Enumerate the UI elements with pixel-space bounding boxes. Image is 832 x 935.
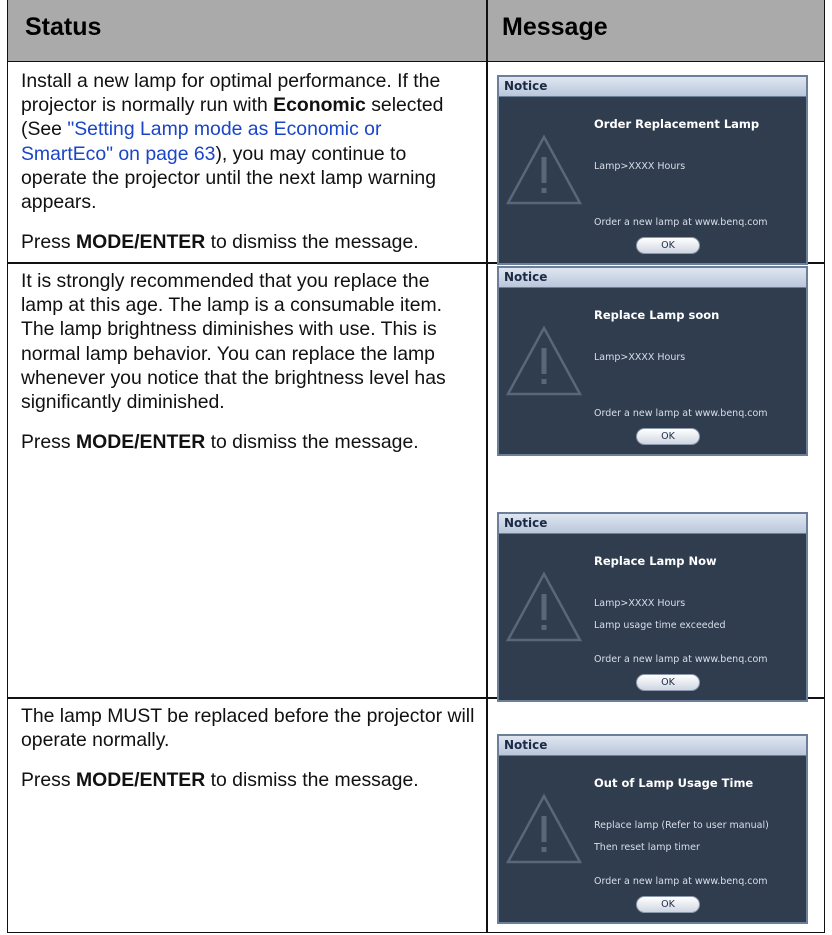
notice-label: Notice — [504, 79, 548, 93]
notice-title: Order Replacement Lamp — [594, 117, 760, 131]
status-cell-out-of-lamp: The lamp MUST be replaced before the pro… — [21, 704, 476, 793]
dismiss-instruction: Press MODE/ENTER to dismiss the message. — [21, 430, 476, 454]
dismiss-text: to dismiss the message. — [205, 431, 419, 454]
notice-title: Replace Lamp soon — [594, 308, 720, 322]
dismiss-instruction: Press MODE/ENTER to dismiss the message. — [21, 768, 476, 792]
notice-title-bar: Notice — [499, 77, 806, 97]
notice-dialog-out-of-lamp-usage-time: Notice Out of Lamp Usage Time Replace la… — [497, 734, 808, 924]
warning-triangle-icon — [505, 325, 583, 396]
ok-button[interactable]: OK — [636, 237, 700, 254]
dismiss-text: to dismiss the message. — [205, 769, 419, 792]
mode-enter-key: MODE/ENTER — [75, 231, 206, 254]
notice-line: Lamp>XXXX Hours — [594, 598, 686, 609]
ok-button[interactable]: OK — [636, 896, 700, 913]
notice-label: Notice — [504, 516, 548, 530]
press-text: Press — [21, 431, 76, 454]
notice-line: Lamp>XXXX Hours — [594, 161, 686, 172]
ok-button[interactable]: OK — [636, 674, 700, 691]
warning-triangle-icon — [505, 134, 583, 205]
mode-enter-key: MODE/ENTER — [75, 769, 206, 792]
economic-term: Economic — [273, 94, 366, 117]
status-cell-order-lamp: Install a new lamp for optimal performan… — [21, 69, 476, 254]
notice-order-text: Order a new lamp at www.benq.com — [594, 876, 768, 887]
notice-title-bar: Notice — [499, 268, 806, 288]
warning-triangle-icon — [505, 793, 583, 864]
notice-order-text: Order a new lamp at www.benq.com — [594, 217, 768, 228]
dismiss-text: to dismiss the message. — [205, 231, 419, 254]
column-divider — [486, 0, 488, 932]
press-text: Press — [21, 231, 76, 254]
notice-line: Then reset lamp timer — [594, 842, 700, 853]
notice-label: Notice — [504, 270, 548, 284]
notice-dialog-replace-lamp-now: Notice Replace Lamp Now Lamp>XXXX Hours … — [497, 512, 808, 702]
notice-line: Replace lamp (Refer to user manual) — [594, 820, 769, 831]
notice-line: Lamp usage time exceeded — [594, 620, 726, 631]
notice-dialog-order-replacement-lamp: Notice Order Replacement Lamp Lamp>XXXX … — [497, 75, 808, 265]
notice-label: Notice — [504, 738, 548, 752]
notice-title-bar: Notice — [499, 514, 806, 534]
press-text: Press — [21, 769, 76, 792]
notice-title: Replace Lamp Now — [594, 554, 717, 568]
ok-button[interactable]: OK — [636, 428, 700, 445]
notice-title-bar: Notice — [499, 736, 806, 756]
dismiss-instruction: Press MODE/ENTER to dismiss the message. — [21, 230, 476, 254]
notice-order-text: Order a new lamp at www.benq.com — [594, 408, 768, 419]
notice-title: Out of Lamp Usage Time — [594, 776, 754, 790]
warning-triangle-icon — [505, 571, 583, 642]
mode-enter-key: MODE/ENTER — [75, 431, 206, 454]
status-description: It is strongly recommended that you repl… — [21, 270, 446, 414]
notice-dialog-replace-lamp-soon: Notice Replace Lamp soon Lamp>XXXX Hours… — [497, 266, 808, 456]
table-header: Status Message — [8, 0, 824, 62]
status-cell-replace-lamp: It is strongly recommended that you repl… — [21, 269, 476, 454]
notice-order-text: Order a new lamp at www.benq.com — [594, 654, 768, 665]
status-column-header: Status — [25, 13, 102, 41]
status-description: The lamp MUST be replaced before the pro… — [21, 705, 475, 752]
notice-line: Lamp>XXXX Hours — [594, 352, 686, 363]
message-column-header: Message — [502, 13, 608, 41]
status-description: Install a new lamp for optimal performan… — [21, 69, 476, 214]
